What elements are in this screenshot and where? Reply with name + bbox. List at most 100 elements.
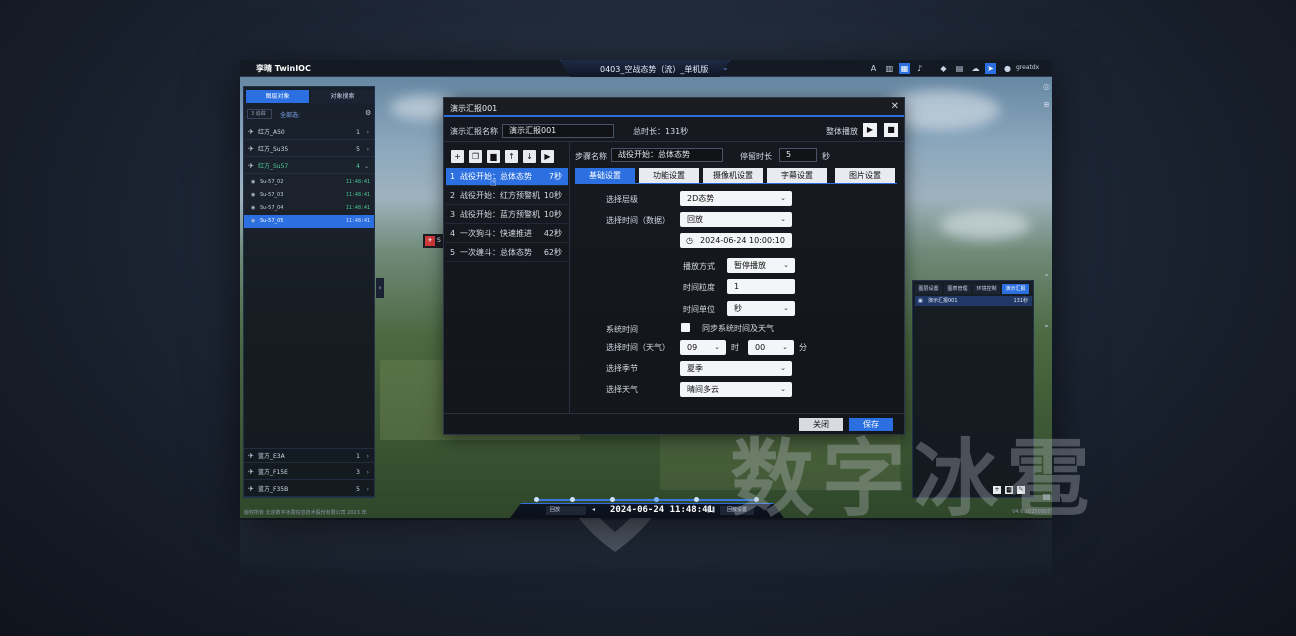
tab-object-search[interactable]: 对象搜索 <box>311 90 374 103</box>
tab-function-settings[interactable]: 功能设置 <box>639 168 699 183</box>
layer-select[interactable]: 2D态势 ⌄ <box>680 191 792 206</box>
list-item-selected[interactable]: ◉ Su-57_05 11:48:41 <box>244 215 374 228</box>
arrow-up-icon[interactable]: ↑ <box>505 150 518 163</box>
eye-icon[interactable]: ◉ <box>251 215 255 228</box>
grid-icon[interactable]: ▦ <box>899 63 910 74</box>
pause-icon[interactable]: ❚❚ <box>706 506 716 513</box>
tab-environment[interactable]: 环境控制 <box>973 284 1000 294</box>
close-icon[interactable]: ✕ <box>891 101 899 112</box>
filter-selected[interactable]: 全部选: <box>280 110 300 119</box>
layers-icon[interactable]: ◆ <box>938 63 949 74</box>
user-icon[interactable]: ● <box>1002 63 1013 74</box>
step-item[interactable]: 1 战役开始：总体态势 7秒 <box>446 168 568 186</box>
list-item[interactable]: ◉ Su-57_03 11:48:41 <box>244 189 374 202</box>
timeline-marker[interactable] <box>610 497 615 502</box>
group-row[interactable]: ✈ 红方_Su35 5 › <box>244 142 374 157</box>
unit-select[interactable]: 秒 ⌄ <box>727 301 795 316</box>
group-count: 3 <box>356 469 360 476</box>
bar-chart-icon[interactable]: ▤ <box>954 63 965 74</box>
step-item[interactable]: 4 一次狗斗：快速推进 42秒 <box>446 225 568 243</box>
season-select[interactable]: 夏季 ⌄ <box>680 361 792 376</box>
bell-icon[interactable]: ♪ <box>914 63 925 74</box>
group-row[interactable]: ✈ 红方_A50 1 › <box>244 125 374 140</box>
unit-label: 时间单位 <box>683 305 715 314</box>
cloud-icon[interactable]: ☁ <box>970 63 981 74</box>
list-item[interactable]: ◉ Su-57_04 11:48:41 <box>244 202 374 215</box>
chevron-right-icon[interactable]: › <box>367 142 369 157</box>
group-row[interactable]: ✈ 蓝方_E3A 1 › <box>244 448 374 463</box>
granularity-input[interactable]: 1 <box>727 279 795 294</box>
eye-icon[interactable]: ◉ <box>251 202 255 215</box>
chevron-down-icon[interactable]: ⌄ <box>722 63 729 72</box>
chevron-right-icon[interactable]: › <box>367 465 369 480</box>
step-item[interactable]: 3 战役开始：蓝方预警机 10秒 <box>446 206 568 224</box>
step-item[interactable]: 2 战役开始：红方预警机 10秒 <box>446 187 568 205</box>
presentation-row[interactable]: ▣ 演示汇报001 131秒 <box>915 296 1032 306</box>
plus-icon[interactable]: + <box>451 150 464 163</box>
target-label[interactable]: ✈ S <box>423 234 443 248</box>
eye-icon[interactable]: ◉ <box>251 189 255 202</box>
target-icon[interactable]: ⊕ <box>1042 100 1051 109</box>
dialog-title: 演示汇报001 <box>450 104 498 113</box>
timeline-marker[interactable] <box>570 497 575 502</box>
stop-icon[interactable]: ■ <box>884 123 898 137</box>
step-item[interactable]: 5 一次缠斗：总体态势 62秒 <box>446 244 568 262</box>
chevron-right-icon[interactable]: › <box>367 449 369 464</box>
tab-camera-settings[interactable]: 摄像机设置 <box>703 168 763 183</box>
group-row[interactable]: ✈ 红方_Su57 4 ⌄ <box>244 159 374 174</box>
tab-chart-management[interactable]: 图表管理 <box>944 284 971 294</box>
sync-label: 同步系统时间及天气 <box>702 324 774 333</box>
chevron-down-icon[interactable]: ⌄ <box>364 159 369 174</box>
playback-mode-select[interactable]: 回放 <box>546 506 586 515</box>
play-mode-select[interactable]: 暂停播放 ⌄ <box>727 258 795 273</box>
date-picker[interactable]: ◷ 2024-06-24 10:00:10 <box>680 233 792 248</box>
arrow-down-icon[interactable]: ↓ <box>523 150 536 163</box>
play-icon[interactable]: ▶ <box>541 150 554 163</box>
hour-select[interactable]: 09 ⌄ <box>680 340 726 355</box>
tab-layer-objects[interactable]: 图层对象 <box>246 90 309 103</box>
previous-icon[interactable]: ◂ <box>592 506 595 513</box>
tab-image-settings[interactable]: 图片设置 <box>835 168 895 183</box>
delete-icon[interactable]: ▆ <box>487 150 500 163</box>
copy-icon[interactable]: ❐ <box>469 150 482 163</box>
collapse-panel-button[interactable]: ‹ <box>376 278 384 298</box>
timeline-marker[interactable] <box>654 497 659 502</box>
timeline-marker[interactable] <box>534 497 539 502</box>
minute-select[interactable]: 00 ⌄ <box>748 340 794 355</box>
step-name: 一次缠斗：总体态势 <box>460 248 532 257</box>
gear-icon[interactable]: ⚙ <box>365 109 371 117</box>
compass-icon[interactable]: ◎ <box>1042 82 1051 91</box>
timeline-track[interactable] <box>534 499 758 501</box>
tab-layer-settings[interactable]: 图层设置 <box>915 284 942 294</box>
data-time-select[interactable]: 回放 ⌄ <box>680 212 792 227</box>
total-duration: 总时长：131秒 <box>633 127 689 136</box>
username[interactable]: greatdx <box>1016 64 1039 71</box>
weather-select[interactable]: 晴间多云 ⌄ <box>680 382 792 397</box>
name-input[interactable]: 演示汇报001 <box>502 124 614 138</box>
timeline-marker[interactable] <box>694 497 699 502</box>
tab-basic-settings[interactable]: 基础设置 <box>575 168 635 183</box>
minute-value: 00 <box>755 343 766 352</box>
eye-icon[interactable]: ◉ <box>251 176 255 189</box>
chevron-right-icon[interactable]: › <box>367 125 369 140</box>
granularity-value: 1 <box>734 282 740 291</box>
chart-icon[interactable]: ▥ <box>884 63 895 74</box>
text-icon[interactable]: A <box>868 63 879 74</box>
chevron-right-icon[interactable]: › <box>367 482 369 497</box>
tab-presentation[interactable]: 演示汇报 <box>1002 284 1029 294</box>
step-number: 1 <box>450 172 456 181</box>
divider <box>569 142 570 414</box>
play-icon[interactable]: ▶ <box>863 123 877 137</box>
group-row[interactable]: ✈ 蓝方_F35B 5 › <box>244 482 374 497</box>
step-name-input[interactable]: 战役开始：总体态势 <box>611 148 723 162</box>
list-item[interactable]: ◉ Su-57_02 11:48:41 <box>244 176 374 189</box>
chevron-down-icon[interactable]: ⌄ <box>1042 320 1051 329</box>
sync-checkbox[interactable] <box>681 323 690 332</box>
stay-input[interactable]: 5 <box>779 148 817 162</box>
group-row[interactable]: ✈ 蓝方_F15E 3 › <box>244 465 374 480</box>
send-icon[interactable]: ➤ <box>985 63 996 74</box>
chevron-up-icon[interactable]: ⌃ <box>1042 273 1051 282</box>
filter-box[interactable]: 3 追踪 <box>247 109 272 119</box>
tab-subtitle-settings[interactable]: 字幕设置 <box>767 168 827 183</box>
data-time-value: 回放 <box>687 215 703 224</box>
